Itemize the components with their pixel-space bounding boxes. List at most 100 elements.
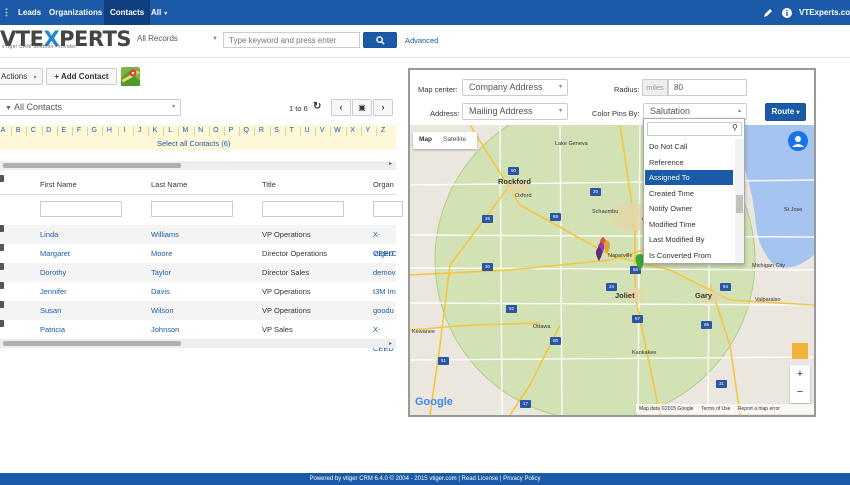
horizontal-scrollbar-bottom[interactable]: ▸ bbox=[0, 339, 396, 348]
search-button[interactable] bbox=[363, 32, 397, 48]
alphabet-letter-u[interactable]: U bbox=[302, 127, 312, 134]
alphabet-letter-m[interactable]: M bbox=[180, 127, 190, 134]
radius-input[interactable] bbox=[668, 79, 747, 96]
alphabet-letter-g[interactable]: G bbox=[89, 127, 99, 134]
select-all-link[interactable]: Select all Contacts (6) bbox=[157, 139, 230, 148]
column-header-organization[interactable]: Organ bbox=[373, 175, 394, 195]
alphabet-letter-p[interactable]: P bbox=[226, 127, 236, 134]
account-icon[interactable] bbox=[788, 131, 808, 151]
alphabet-letter-s[interactable]: S bbox=[272, 127, 282, 134]
chevron-right-icon[interactable]: ▸ bbox=[389, 160, 392, 167]
alphabet-letter-h[interactable]: H bbox=[104, 127, 114, 134]
row-checkbox[interactable] bbox=[0, 244, 4, 251]
last-name-cell[interactable]: Taylor bbox=[151, 263, 171, 282]
row-checkbox[interactable] bbox=[0, 282, 4, 289]
first-name-filter-input[interactable] bbox=[40, 201, 122, 217]
dropdown-scrollbar[interactable] bbox=[735, 139, 744, 263]
dropdown-search-input[interactable] bbox=[647, 122, 742, 136]
first-name-cell[interactable]: Dorothy bbox=[40, 263, 66, 282]
first-name-cell[interactable]: Margaret bbox=[40, 244, 70, 263]
records-select[interactable]: All Records ▼ bbox=[131, 32, 223, 48]
map-pins[interactable] bbox=[593, 237, 633, 279]
first-name-cell[interactable]: Jennifer bbox=[40, 282, 67, 301]
map-center-select[interactable]: Company Address ▾ bbox=[462, 79, 568, 96]
row-checkbox[interactable] bbox=[0, 320, 4, 327]
last-name-cell[interactable]: Johnson bbox=[151, 320, 179, 339]
alphabet-letter-o[interactable]: O bbox=[211, 127, 221, 134]
dropdown-option[interactable]: Created Time bbox=[645, 186, 733, 201]
organization-cell[interactable]: demov bbox=[373, 263, 396, 282]
route-button[interactable]: Route ▾ bbox=[765, 103, 806, 121]
alphabet-letter-b[interactable]: B bbox=[13, 127, 23, 134]
table-row[interactable]: Margaret Moore Director Operations vtigerC bbox=[0, 244, 397, 263]
terms-link[interactable]: Terms of Use bbox=[701, 406, 730, 412]
first-name-cell[interactable]: Susan bbox=[40, 301, 61, 320]
table-row[interactable]: Patricia Johnson VP Sales X-CEED bbox=[0, 320, 396, 353]
select-all-checkbox[interactable] bbox=[0, 175, 4, 182]
row-checkbox[interactable] bbox=[0, 225, 4, 232]
dropdown-option[interactable]: Reference bbox=[645, 155, 733, 170]
street-view-icon[interactable] bbox=[792, 343, 808, 359]
alphabet-letter-y[interactable]: Y bbox=[363, 127, 373, 134]
dropdown-option[interactable]: Last Modified By bbox=[645, 232, 733, 247]
first-name-cell[interactable]: Linda bbox=[40, 225, 58, 244]
last-name-cell[interactable]: Wilson bbox=[151, 301, 174, 320]
page-jump-button[interactable]: ▣ bbox=[352, 99, 372, 116]
nav-all[interactable]: All ▾ bbox=[145, 0, 173, 25]
alphabet-letter-e[interactable]: E bbox=[59, 127, 69, 134]
alphabet-letter-d[interactable]: D bbox=[44, 127, 54, 134]
add-contact-button[interactable]: + Add Contact bbox=[46, 68, 117, 85]
dropdown-option[interactable]: Do Not Call bbox=[645, 139, 733, 154]
alphabet-letter-a[interactable]: A bbox=[0, 127, 8, 134]
organization-cell[interactable]: t3M Im bbox=[373, 282, 396, 301]
last-name-cell[interactable]: Davis bbox=[151, 282, 170, 301]
alphabet-letter-f[interactable]: F bbox=[74, 127, 84, 134]
alphabet-letter-q[interactable]: Q bbox=[241, 127, 251, 134]
alphabet-letter-v[interactable]: V bbox=[317, 127, 327, 134]
column-header-first-name[interactable]: First Name bbox=[40, 175, 77, 195]
alphabet-letter-k[interactable]: K bbox=[150, 127, 160, 134]
scrollbar-thumb[interactable] bbox=[3, 341, 181, 346]
map-view[interactable]: Lake Geneva Rockford Oxford Schaumbu Napervi… bbox=[410, 125, 814, 415]
dropdown-option[interactable]: Notify Owner bbox=[645, 201, 733, 216]
dropdown-option[interactable]: Modified Time bbox=[645, 217, 733, 232]
horizontal-scrollbar[interactable]: ▸ bbox=[0, 161, 396, 170]
dropdown-scrollbar-thumb[interactable] bbox=[736, 195, 743, 213]
organization-cell[interactable]: vtigerC bbox=[373, 244, 397, 263]
organization-filter-input[interactable] bbox=[373, 201, 403, 217]
column-header-last-name[interactable]: Last Name bbox=[151, 175, 187, 195]
nav-leads[interactable]: Leads bbox=[12, 0, 47, 25]
dropdown-option[interactable]: Assigned To bbox=[645, 170, 733, 185]
next-page-button[interactable]: › bbox=[373, 99, 393, 116]
alphabet-letter-r[interactable]: R bbox=[256, 127, 266, 134]
address-select[interactable]: Mailing Address ▾ bbox=[462, 103, 568, 120]
satellite-tab[interactable]: Satellite bbox=[443, 136, 466, 143]
map-view-icon[interactable] bbox=[121, 67, 140, 86]
zoom-in-button[interactable]: + bbox=[790, 365, 810, 384]
row-checkbox[interactable] bbox=[0, 301, 4, 308]
alphabet-letter-t[interactable]: T bbox=[287, 127, 297, 134]
chevron-right-icon[interactable]: ▸ bbox=[389, 340, 392, 347]
pencil-icon[interactable] bbox=[763, 0, 773, 25]
alphabet-letter-c[interactable]: C bbox=[28, 127, 38, 134]
dropdown-option[interactable]: Is Converted From bbox=[645, 248, 733, 263]
row-checkbox[interactable] bbox=[0, 263, 4, 270]
map-tab[interactable]: Map bbox=[419, 136, 432, 143]
previous-page-button[interactable]: ‹ bbox=[331, 99, 351, 116]
alphabet-letter-w[interactable]: W bbox=[332, 127, 342, 134]
brand-link[interactable]: VTExperts.com bbox=[799, 0, 850, 25]
table-row[interactable]: Susan Wilson VP Operations goodu bbox=[0, 301, 396, 320]
alphabet-letter-z[interactable]: Z bbox=[378, 127, 388, 134]
scrollbar-thumb[interactable] bbox=[3, 163, 181, 168]
zoom-out-button[interactable]: − bbox=[790, 384, 810, 403]
nav-contacts[interactable]: Contacts bbox=[104, 0, 151, 25]
report-map-error-link[interactable]: Report a map error bbox=[738, 406, 780, 412]
last-name-cell[interactable]: Moore bbox=[151, 244, 172, 263]
refresh-icon[interactable]: ↻ bbox=[313, 101, 321, 112]
alphabet-letter-j[interactable]: J bbox=[135, 127, 145, 134]
title-filter-input[interactable] bbox=[262, 201, 344, 217]
alphabet-letter-i[interactable]: I bbox=[120, 127, 130, 134]
info-icon[interactable] bbox=[782, 0, 792, 25]
table-row[interactable]: Jennifer Davis VP Operations t3M Im bbox=[0, 282, 396, 301]
table-row[interactable]: Linda Williams VP Operations X-CEED bbox=[0, 225, 396, 258]
